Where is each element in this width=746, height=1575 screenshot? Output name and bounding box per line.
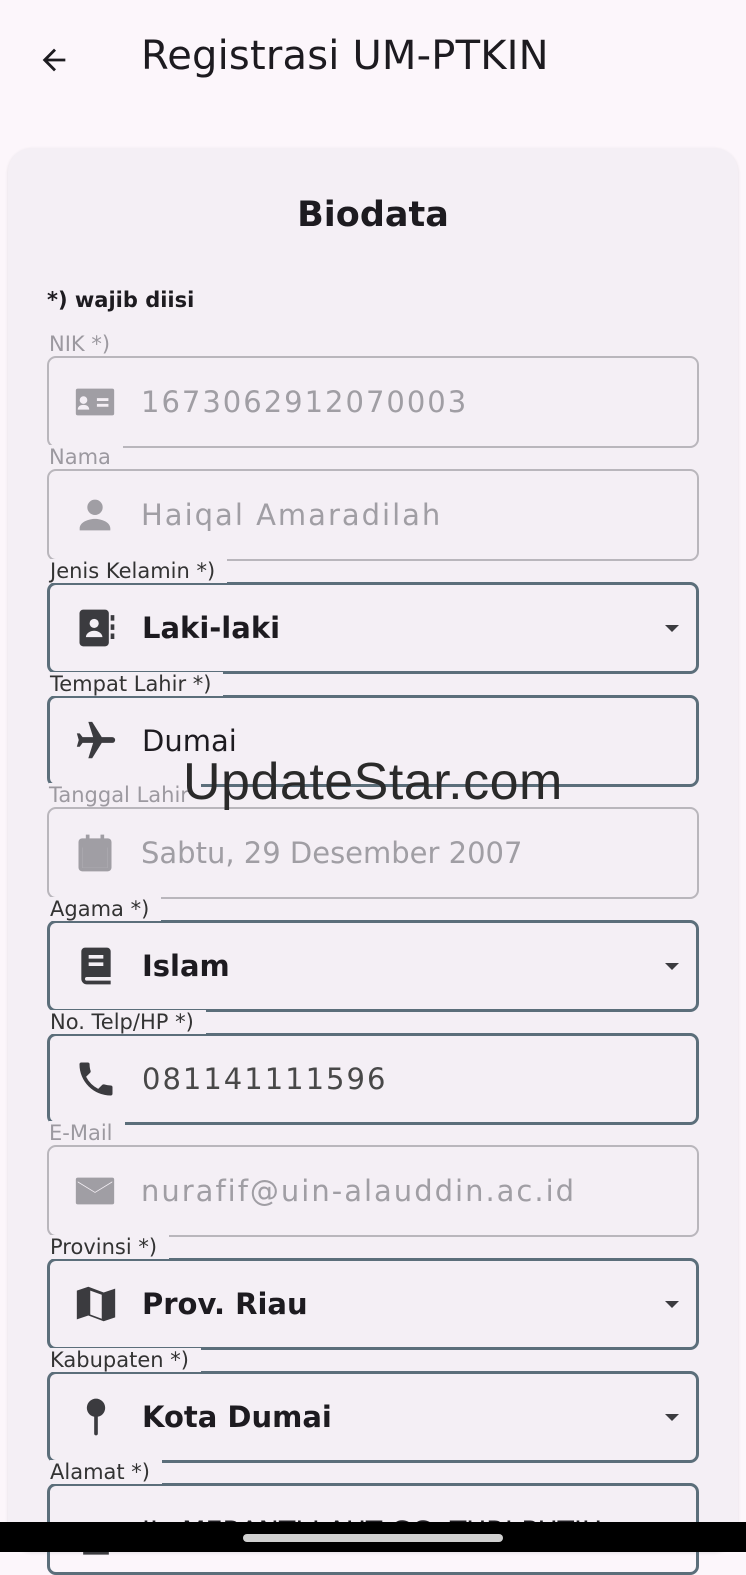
chevron-down-icon <box>660 1405 684 1429</box>
nama-field: Nama Haiqal Amaradilah <box>47 445 699 561</box>
back-button[interactable] <box>26 32 82 88</box>
phone-icon <box>72 1055 120 1103</box>
regency-dropdown[interactable]: Kabupaten *) Kota Dumai <box>47 1348 699 1463</box>
map-pin-icon <box>72 1393 120 1441</box>
nama-value: Haiqal Amaradilah <box>141 498 443 532</box>
chevron-down-icon <box>660 954 684 978</box>
province-dropdown[interactable]: Provinsi *) Prov. Riau <box>47 1235 699 1350</box>
chevron-down-icon <box>660 1292 684 1316</box>
province-label: Provinsi *) <box>50 1235 170 1259</box>
arrow-left-icon <box>42 48 66 72</box>
page-title: Registrasi UM-PTKIN <box>141 33 549 79</box>
map-icon <box>72 1280 120 1328</box>
religion-label: Agama *) <box>50 897 162 921</box>
birthplace-label: Tempat Lahir *) <box>50 672 224 696</box>
birthdate-label: Tanggal Lahir <box>49 783 201 807</box>
envelope-icon <box>71 1167 119 1215</box>
email-value: nurafif@uin-alauddin.ac.id <box>141 1174 577 1208</box>
phone-label: No. Telp/HP *) <box>50 1010 206 1034</box>
email-label: E-Mail <box>49 1121 125 1145</box>
birthdate-value: Sabtu, 29 Desember 2007 <box>141 836 523 870</box>
airplane-icon <box>72 717 120 765</box>
religion-value: Islam <box>142 949 230 983</box>
gender-value: Laki-laki <box>142 611 281 645</box>
gender-label: Jenis Kelamin *) <box>50 559 228 583</box>
regency-label: Kabupaten *) <box>50 1348 201 1372</box>
contact-book-icon <box>72 604 120 652</box>
book-icon <box>72 942 120 990</box>
home-gesture-handle[interactable] <box>243 1534 503 1542</box>
section-title: Biodata <box>297 195 449 235</box>
phone-value: 081141111596 <box>142 1062 388 1096</box>
address-label: Alamat *) <box>50 1460 162 1484</box>
religion-dropdown[interactable]: Agama *) Islam <box>47 897 699 1012</box>
app-bar: Registrasi UM-PTKIN <box>0 0 746 118</box>
person-icon <box>71 491 119 539</box>
nama-label: Nama <box>49 445 123 469</box>
gender-dropdown[interactable]: Jenis Kelamin *) Laki-laki <box>47 559 699 674</box>
required-note: *) wajib diisi <box>47 288 195 312</box>
calendar-icon <box>71 829 119 877</box>
id-card-icon <box>71 378 119 426</box>
nik-field: NIK *) 1673062912070003 <box>47 332 699 448</box>
phone-input[interactable]: No. Telp/HP *) 081141111596 <box>47 1010 699 1125</box>
nik-label: NIK *) <box>49 332 123 356</box>
email-field: E-Mail nurafif@uin-alauddin.ac.id <box>47 1121 699 1237</box>
regency-value: Kota Dumai <box>142 1400 332 1434</box>
province-value: Prov. Riau <box>142 1287 308 1321</box>
watermark-text: UpdateStar.com <box>183 753 563 811</box>
nik-value: 1673062912070003 <box>141 385 469 419</box>
birthdate-field: Tanggal Lahir Sabtu, 29 Desember 2007 <box>47 783 699 899</box>
chevron-down-icon <box>660 616 684 640</box>
